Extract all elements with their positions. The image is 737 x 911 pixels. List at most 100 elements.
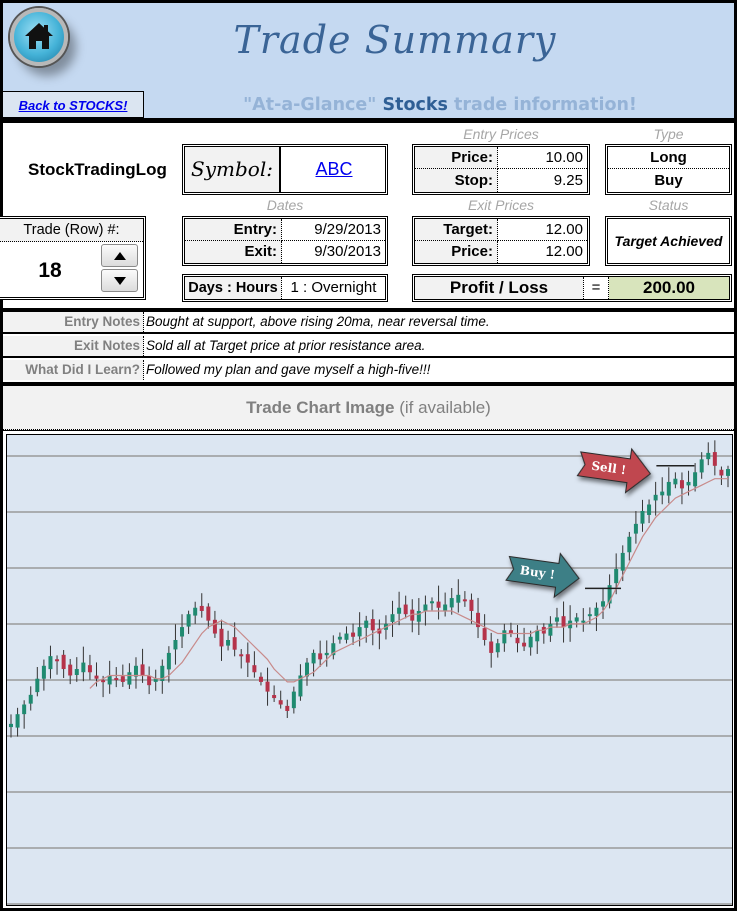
candle (601, 587, 606, 619)
exit-notes-value[interactable]: Sold all at Target price at prior resist… (146, 336, 425, 356)
subtitle: "At-a-Glance" Stocks trade information! (150, 94, 730, 116)
buy-arrow: Buy ! (505, 552, 580, 599)
candle (74, 657, 79, 682)
candle-body-down (285, 705, 290, 711)
candle (81, 646, 86, 682)
candle-body-up (726, 469, 730, 476)
profit-loss-equals: = (583, 277, 609, 299)
candle (337, 632, 342, 644)
candle-body-up (193, 607, 198, 616)
moving-average-line (89, 478, 728, 689)
candle-body-down (522, 642, 527, 647)
duration-box: Days : Hours 1 : Overnight (182, 274, 388, 302)
candle (528, 630, 533, 656)
candle (114, 667, 119, 688)
entry-notes-label: Entry Notes (3, 312, 144, 332)
candle-body-up (554, 617, 559, 622)
candle-body-up (449, 598, 454, 608)
trade-chart-image: Buy ! Sell ! (6, 434, 733, 906)
candle (127, 663, 132, 689)
candle (291, 686, 296, 714)
candle-body-down (462, 599, 467, 602)
status-value: Target Achieved (614, 233, 723, 249)
learn-notes-label: What Did I Learn? (3, 360, 144, 380)
candle (22, 700, 27, 729)
trade-row-label: Trade (Row) #: (0, 219, 143, 242)
candle (495, 638, 500, 658)
candle (627, 531, 632, 561)
learn-notes-value[interactable]: Followed my plan and gave myself a high-… (146, 360, 430, 380)
candle-body-up (666, 481, 671, 496)
symbol-link[interactable]: ABC (283, 147, 385, 192)
candle (28, 686, 33, 711)
trade-direction: Long (608, 147, 729, 169)
candle-body-up (581, 620, 586, 623)
candle-body-down (199, 605, 204, 611)
candle-body-up (528, 636, 533, 648)
candle-body-up (495, 643, 500, 653)
stop-price-label: Stop: (415, 169, 498, 192)
candle (173, 624, 178, 665)
candle-body-down (252, 665, 257, 673)
candle (41, 659, 46, 691)
subtitle-part-1: "At-a-Glance" (243, 95, 383, 115)
candle-body-down (140, 664, 145, 676)
candle (390, 600, 395, 637)
candle (403, 595, 408, 619)
candle-body-down (489, 641, 494, 653)
candle-body-up (620, 552, 625, 571)
candle-body-up (344, 633, 349, 640)
notes-row-learn: What Did I Learn? Followed my plan and g… (3, 360, 734, 382)
candle (726, 465, 730, 488)
candle-body-up (601, 601, 606, 607)
candle (180, 614, 185, 648)
candlestick-chart: Buy ! Sell ! (7, 440, 732, 905)
page-title: Trade Summary (233, 18, 557, 62)
candle-body-down (147, 676, 152, 686)
back-link-container: Back to STOCKS! (3, 91, 144, 118)
notes-row-exit: Exit Notes Sold all at Target price at p… (3, 336, 734, 358)
candle-body-down (679, 480, 684, 489)
candle-body-up (660, 491, 665, 496)
candle-body-down (272, 695, 277, 699)
decrement-button[interactable] (101, 269, 138, 292)
candle-body-down (61, 654, 66, 670)
candle (265, 667, 270, 706)
candle-body-up (291, 691, 296, 709)
candle-body-down (87, 665, 92, 673)
candle (712, 440, 717, 476)
candle (87, 654, 92, 680)
candle-body-up (633, 523, 638, 534)
candle (370, 609, 375, 646)
candle (653, 481, 658, 516)
candle (647, 499, 652, 524)
candle (160, 659, 165, 694)
notes-row-entry: Entry Notes Bought at support, above ris… (3, 312, 734, 334)
candle-body-up (180, 627, 185, 637)
back-to-stocks-link[interactable]: Back to STOCKS! (19, 98, 128, 113)
home-button[interactable] (10, 8, 68, 66)
candle (351, 623, 356, 645)
candle-body-down (55, 659, 60, 662)
candle (15, 707, 20, 737)
candle (245, 642, 250, 678)
candle (186, 610, 191, 634)
candle (278, 690, 283, 709)
trade-row-value[interactable]: 18 (0, 259, 100, 283)
candle (706, 442, 711, 466)
candle-body-up (324, 652, 329, 656)
exit-prices-heading: Exit Prices (467, 197, 535, 213)
candle (193, 601, 198, 624)
candle-body-up (706, 452, 711, 460)
candle (508, 622, 513, 638)
candle (133, 657, 138, 689)
entry-notes-value[interactable]: Bought at support, above rising 20ma, ne… (146, 312, 490, 332)
triangle-up-icon (114, 252, 126, 260)
notes-section: Entry Notes Bought at support, above ris… (3, 312, 734, 382)
candle (107, 660, 112, 694)
increment-button[interactable] (101, 244, 138, 267)
candle-body-down (719, 469, 724, 476)
candle-body-up (502, 630, 507, 644)
candle (574, 613, 579, 628)
candle (258, 672, 263, 686)
